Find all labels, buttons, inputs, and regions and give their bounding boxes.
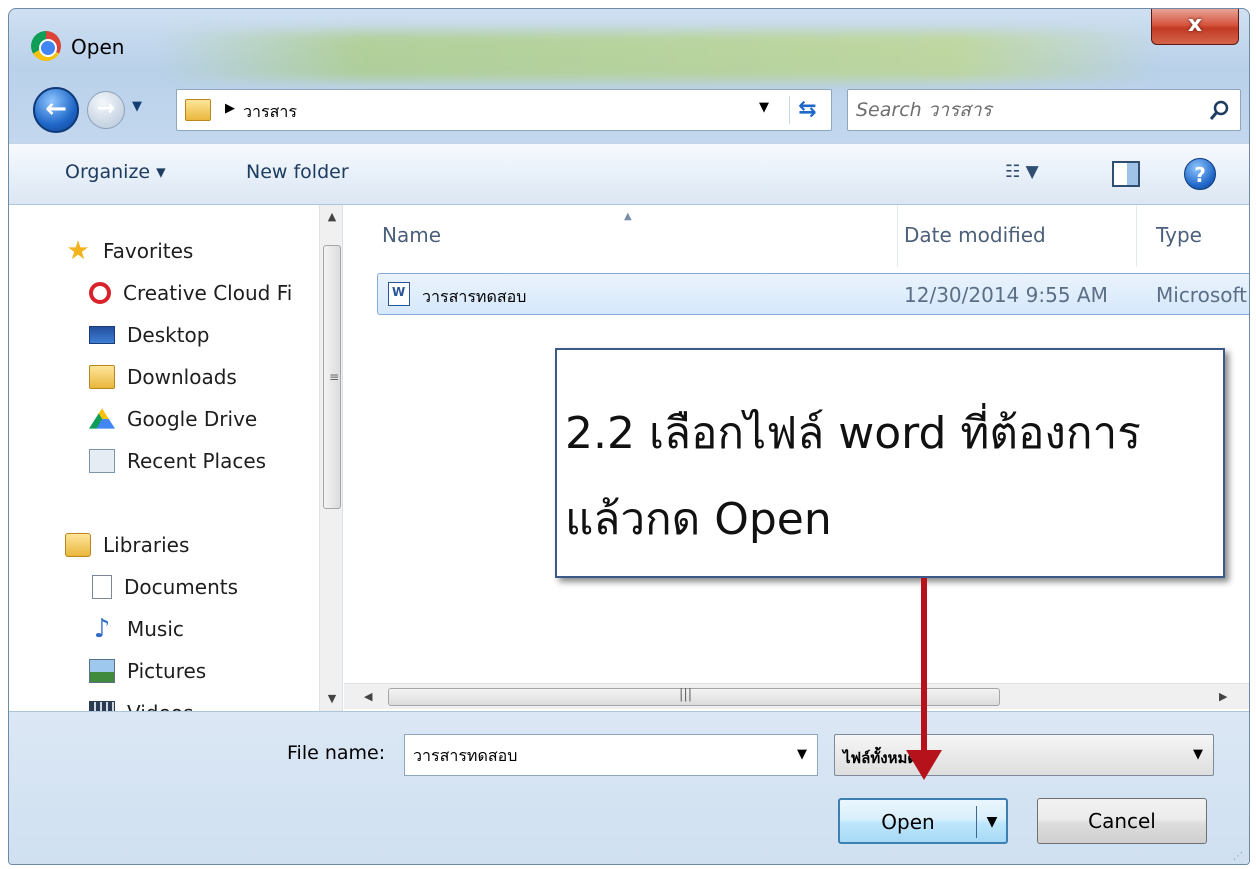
chevron-down-icon[interactable]: ▼: [1193, 747, 1203, 762]
navigation-pane: ★ Favorites Creative Cloud Fi Desktop Do…: [9, 205, 343, 711]
column-header-name[interactable]: Name: [382, 205, 441, 265]
scroll-down-icon[interactable]: ▼: [320, 687, 342, 711]
search-icon[interactable]: [1208, 98, 1232, 122]
column-header-date-modified[interactable]: Date modified: [904, 205, 1046, 265]
sidebar-item-label: Favorites: [103, 239, 194, 263]
new-folder-button[interactable]: New folder: [246, 161, 349, 183]
documents-icon: [92, 575, 112, 599]
organize-button[interactable]: Organize ▾: [65, 161, 166, 183]
file-name-combobox[interactable]: ▼: [404, 734, 818, 776]
recent-locations-dropdown[interactable]: ▼: [129, 97, 145, 117]
open-button[interactable]: Open ▼: [838, 798, 1008, 844]
sidebar-item-label: Recent Places: [127, 449, 267, 473]
libraries-icon: [65, 533, 91, 557]
instruction-callout: 2.2 เลือกไฟล์ word ที่ต้องการ แล้วกด Ope…: [555, 348, 1225, 578]
pictures-icon: [89, 659, 115, 683]
chrome-icon: [31, 31, 61, 61]
chevron-down-icon[interactable]: ▼: [797, 747, 807, 762]
file-name-label: File name:: [287, 742, 386, 764]
music-icon: ♪: [93, 614, 111, 644]
sidebar-item-pictures[interactable]: Pictures: [89, 653, 206, 689]
sidebar-item-label: Documents: [124, 575, 239, 599]
google-drive-icon: [89, 408, 115, 429]
change-view-icon[interactable]: ☷ ▼: [1005, 162, 1065, 188]
column-separator[interactable]: [897, 205, 898, 267]
sidebar-item-label: Libraries: [103, 533, 190, 557]
sidebar-item-recent-places[interactable]: Recent Places: [89, 443, 266, 479]
file-type-select[interactable]: ไฟล์ทั้งหมด ▼: [834, 734, 1214, 776]
videos-icon: [89, 701, 115, 711]
file-type: Microsoft: [1156, 283, 1248, 307]
split-divider: [976, 806, 977, 838]
callout-line-1: 2.2 เลือกไฟล์ word ที่ต้องการ: [565, 408, 1141, 459]
blurred-background: [159, 31, 1159, 81]
sidebar-item-favorites[interactable]: ★ Favorites: [65, 233, 193, 269]
column-header-type[interactable]: Type: [1156, 205, 1202, 265]
sidebar-item-libraries[interactable]: Libraries: [65, 527, 189, 563]
help-icon[interactable]: ?: [1184, 158, 1216, 190]
column-separator[interactable]: [1136, 205, 1137, 267]
address-bar[interactable]: ▶ วารสาร ▼ ⇆: [176, 89, 832, 131]
resize-grip-icon[interactable]: ⋰: [1233, 851, 1243, 862]
sort-ascending-icon: ▲: [624, 211, 632, 222]
file-name-input[interactable]: [413, 743, 773, 769]
breadcrumb-folder[interactable]: วารสาร: [243, 100, 297, 125]
forward-button[interactable]: →: [87, 91, 125, 129]
navigation-scrollbar[interactable]: ▲ ≡ ▼: [319, 205, 342, 711]
command-toolbar: Organize ▾ New folder ☷ ▼ ?: [9, 143, 1249, 205]
cancel-button[interactable]: Cancel: [1037, 798, 1207, 844]
sidebar-item-google-drive[interactable]: Google Drive: [89, 401, 257, 437]
scroll-right-icon[interactable]: ▶: [1219, 684, 1233, 710]
scroll-up-icon[interactable]: ▲: [320, 205, 342, 229]
file-name: วารสารทดสอบ: [422, 287, 527, 306]
word-document-icon: [388, 282, 410, 306]
creative-cloud-icon: [89, 282, 111, 304]
sidebar-item-downloads[interactable]: Downloads: [89, 359, 237, 395]
grip-icon: |||: [679, 687, 693, 702]
scrollbar-thumb[interactable]: ≡: [323, 245, 341, 509]
file-list-horizontal-scrollbar[interactable]: ◀ ||| ▶: [344, 683, 1249, 709]
window-title: Open: [71, 35, 125, 59]
sidebar-item-creative-cloud[interactable]: Creative Cloud Fi: [89, 275, 292, 311]
open-button-label: Open: [881, 810, 935, 834]
open-options-dropdown-icon[interactable]: ▼: [982, 800, 1002, 844]
file-date-modified: 12/30/2014 9:55 AM: [904, 283, 1108, 307]
downloads-folder-icon: [89, 365, 115, 389]
navigation-bar: ← → ▼ ▶ วารสาร ▼ ⇆: [9, 81, 1249, 137]
preview-pane-icon[interactable]: [1112, 161, 1140, 187]
address-dropdown-icon[interactable]: ▼: [759, 100, 769, 115]
file-row[interactable]: วารสารทดสอบ 12/30/2014 9:55 AM Microsoft: [377, 273, 1249, 315]
annotation-arrow-head-icon: [906, 750, 942, 780]
sidebar-item-desktop[interactable]: Desktop: [89, 317, 209, 353]
folder-icon: [185, 99, 211, 121]
annotation-arrow-shaft: [921, 578, 927, 753]
sidebar-item-label: Google Drive: [127, 407, 258, 431]
desktop-icon: [89, 326, 115, 344]
scrollbar-thumb[interactable]: |||: [388, 687, 1000, 706]
sidebar-item-label: Creative Cloud Fi: [123, 281, 293, 305]
title-bar: Open x: [9, 9, 1249, 81]
grip-icon: ≡: [329, 370, 340, 384]
scroll-left-icon[interactable]: ◀: [364, 684, 384, 710]
star-icon: ★: [66, 236, 90, 266]
sidebar-item-label: Pictures: [127, 659, 207, 683]
sidebar-item-documents[interactable]: Documents: [89, 569, 238, 605]
recent-places-icon: [89, 449, 115, 473]
sidebar-item-music[interactable]: ♪ Music: [89, 611, 184, 647]
sidebar-item-videos[interactable]: Videos: [89, 695, 193, 711]
close-button[interactable]: x: [1151, 9, 1239, 45]
sidebar-item-label: Videos: [127, 701, 193, 711]
refresh-icon[interactable]: ⇆: [789, 96, 825, 124]
sidebar-item-label: Music: [127, 617, 184, 641]
breadcrumb-arrow-icon[interactable]: ▶: [225, 101, 235, 116]
sidebar-item-label: Desktop: [127, 323, 210, 347]
search-input[interactable]: [856, 95, 1186, 125]
back-button[interactable]: ←: [33, 87, 79, 133]
search-box[interactable]: [847, 89, 1241, 131]
callout-line-2: แล้วกด Open: [565, 494, 832, 545]
sidebar-item-label: Downloads: [127, 365, 237, 389]
dialog-footer: File name: ▼ ไฟล์ทั้งหมด ▼ Open ▼ Cancel…: [9, 711, 1249, 864]
